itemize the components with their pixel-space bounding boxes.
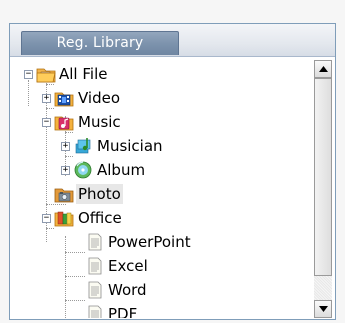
album-disc-icon: [74, 161, 92, 179]
scroll-down-button[interactable]: [314, 300, 332, 318]
collapse-toggle-icon[interactable]: −: [42, 118, 51, 127]
document-icon: [88, 281, 102, 299]
tree-connector: [65, 156, 73, 157]
scroll-track[interactable]: [314, 276, 332, 300]
tree-connector: [28, 80, 29, 106]
tree-connector: [46, 204, 66, 205]
tree-connector: [65, 276, 85, 277]
tree-item-label: PowerPoint: [108, 233, 191, 251]
video-folder-icon: [54, 92, 74, 107]
file-tree[interactable]: − All File + Video − Music + Musician + …: [14, 60, 310, 318]
tree-item-label: Musician: [97, 137, 163, 155]
tree-item-label: Office: [78, 209, 122, 227]
panel-header: Reg. Library: [10, 24, 335, 57]
collapse-toggle-icon[interactable]: −: [24, 70, 33, 79]
expand-toggle-icon[interactable]: +: [61, 142, 70, 151]
photo-folder-icon: [54, 188, 74, 203]
tree-item-label: Word: [108, 281, 147, 299]
tree-connector: [46, 228, 54, 229]
tree-connector: [65, 252, 85, 253]
arrow-down-icon: [319, 306, 328, 312]
expand-toggle-icon[interactable]: +: [42, 94, 51, 103]
library-panel: Reg. Library − All File + Video − Music …: [9, 23, 336, 320]
tree-connector: [46, 84, 54, 85]
document-icon: [88, 305, 102, 318]
vertical-scrollbar[interactable]: [314, 60, 332, 318]
scroll-up-button[interactable]: [314, 60, 332, 78]
tree-item-label: All File: [59, 65, 108, 83]
musician-icon: [75, 138, 91, 154]
document-icon: [88, 257, 102, 275]
scroll-thumb[interactable]: [314, 78, 332, 276]
tree-item-label: PDF: [108, 305, 138, 318]
collapse-toggle-icon[interactable]: −: [42, 214, 51, 223]
document-icon: [88, 233, 102, 251]
tree-item-label: Excel: [108, 257, 148, 275]
tree-item-label: Photo: [76, 184, 123, 204]
folder-gallery-icon: [36, 68, 56, 83]
tree-connector: [65, 300, 85, 301]
tree-connector: [65, 132, 73, 133]
tree-connector: [65, 236, 66, 318]
tree-item-label: Music: [78, 113, 121, 131]
arrow-up-icon: [319, 66, 328, 72]
expand-toggle-icon[interactable]: +: [61, 166, 70, 175]
tree-item-label: Video: [78, 89, 121, 107]
library-window: Reg. Library − All File + Video − Music …: [0, 0, 345, 323]
music-folder-icon: [54, 116, 74, 131]
tree-connector: [46, 108, 54, 109]
tree-item-label: Album: [97, 161, 146, 179]
office-folder-icon: [54, 211, 74, 227]
tab-reg-library[interactable]: Reg. Library: [21, 31, 179, 55]
